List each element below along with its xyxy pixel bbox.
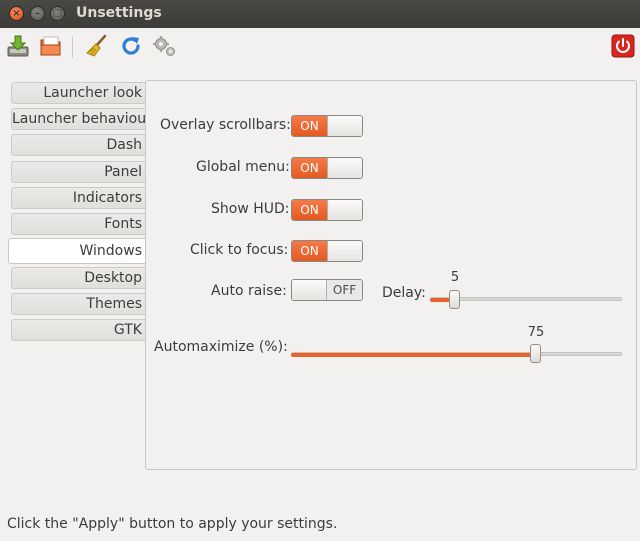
sidebar-item-launcher-behaviour[interactable]: Launcher behaviour <box>11 108 146 130</box>
switch-knob <box>326 116 362 136</box>
overlay-scrollbars-switch[interactable]: ON <box>291 115 363 137</box>
switch-knob <box>326 158 362 178</box>
save-download-icon[interactable] <box>5 33 31 59</box>
sidebar-item-indicators[interactable]: Indicators <box>11 187 146 209</box>
switch-state-text: ON <box>292 116 327 136</box>
show-hud-label: Show HUD: <box>211 201 290 217</box>
maximize-window-button[interactable]: □ <box>50 6 65 21</box>
gears-settings-icon[interactable] <box>152 33 178 59</box>
close-window-button[interactable]: × <box>9 6 24 21</box>
title-bar: × – □ Unsettings <box>0 0 640 28</box>
global-menu-switch[interactable]: ON <box>291 157 363 179</box>
power-quit-icon[interactable] <box>610 33 636 59</box>
switch-state-text: ON <box>292 241 327 261</box>
sidebar-item-launcher-look[interactable]: Launcher look <box>11 82 146 104</box>
broom-clean-icon[interactable] <box>84 33 110 59</box>
automaximize-value: 75 <box>527 325 545 340</box>
automaximize-slider-thumb[interactable] <box>530 344 541 363</box>
sidebar-item-gtk[interactable]: GTK <box>11 319 146 341</box>
windows-settings-panel <box>145 80 637 470</box>
sidebar-item-dash[interactable]: Dash <box>11 134 146 156</box>
toolbar <box>0 28 640 66</box>
delay-value: 5 <box>450 270 460 285</box>
automaximize-label: Automaximize (%): <box>154 339 288 355</box>
open-folder-icon[interactable] <box>38 33 64 59</box>
show-hud-switch[interactable]: ON <box>291 199 363 221</box>
delay-slider-thumb[interactable] <box>449 290 460 309</box>
click-to-focus-switch[interactable]: ON <box>291 240 363 262</box>
delay-label: Delay: <box>382 285 426 301</box>
switch-knob <box>326 241 362 261</box>
refresh-icon[interactable] <box>118 33 144 59</box>
status-message: Click the "Apply" button to apply your s… <box>7 516 338 532</box>
minimize-window-button[interactable]: – <box>30 6 45 21</box>
window-title: Unsettings <box>76 5 162 21</box>
auto-raise-switch[interactable]: OFF <box>291 279 363 301</box>
automaximize-slider-fill <box>291 353 536 357</box>
click-to-focus-label: Click to focus: <box>190 242 289 258</box>
sidebar-item-windows[interactable]: Windows <box>8 238 146 264</box>
auto-raise-label: Auto raise: <box>211 283 287 299</box>
switch-knob <box>326 200 362 220</box>
sidebar-item-desktop[interactable]: Desktop <box>11 267 146 289</box>
overlay-scrollbars-label: Overlay scrollbars: <box>160 117 291 133</box>
sidebar-item-themes[interactable]: Themes <box>11 293 146 315</box>
global-menu-label: Global menu: <box>196 159 290 175</box>
switch-state-text: ON <box>292 200 327 220</box>
sidebar-item-fonts[interactable]: Fonts <box>11 213 146 235</box>
switch-knob <box>292 280 328 300</box>
sidebar-item-panel[interactable]: Panel <box>11 161 146 183</box>
toolbar-separator <box>72 36 73 58</box>
switch-state-text: OFF <box>327 280 362 300</box>
switch-state-text: ON <box>292 158 327 178</box>
